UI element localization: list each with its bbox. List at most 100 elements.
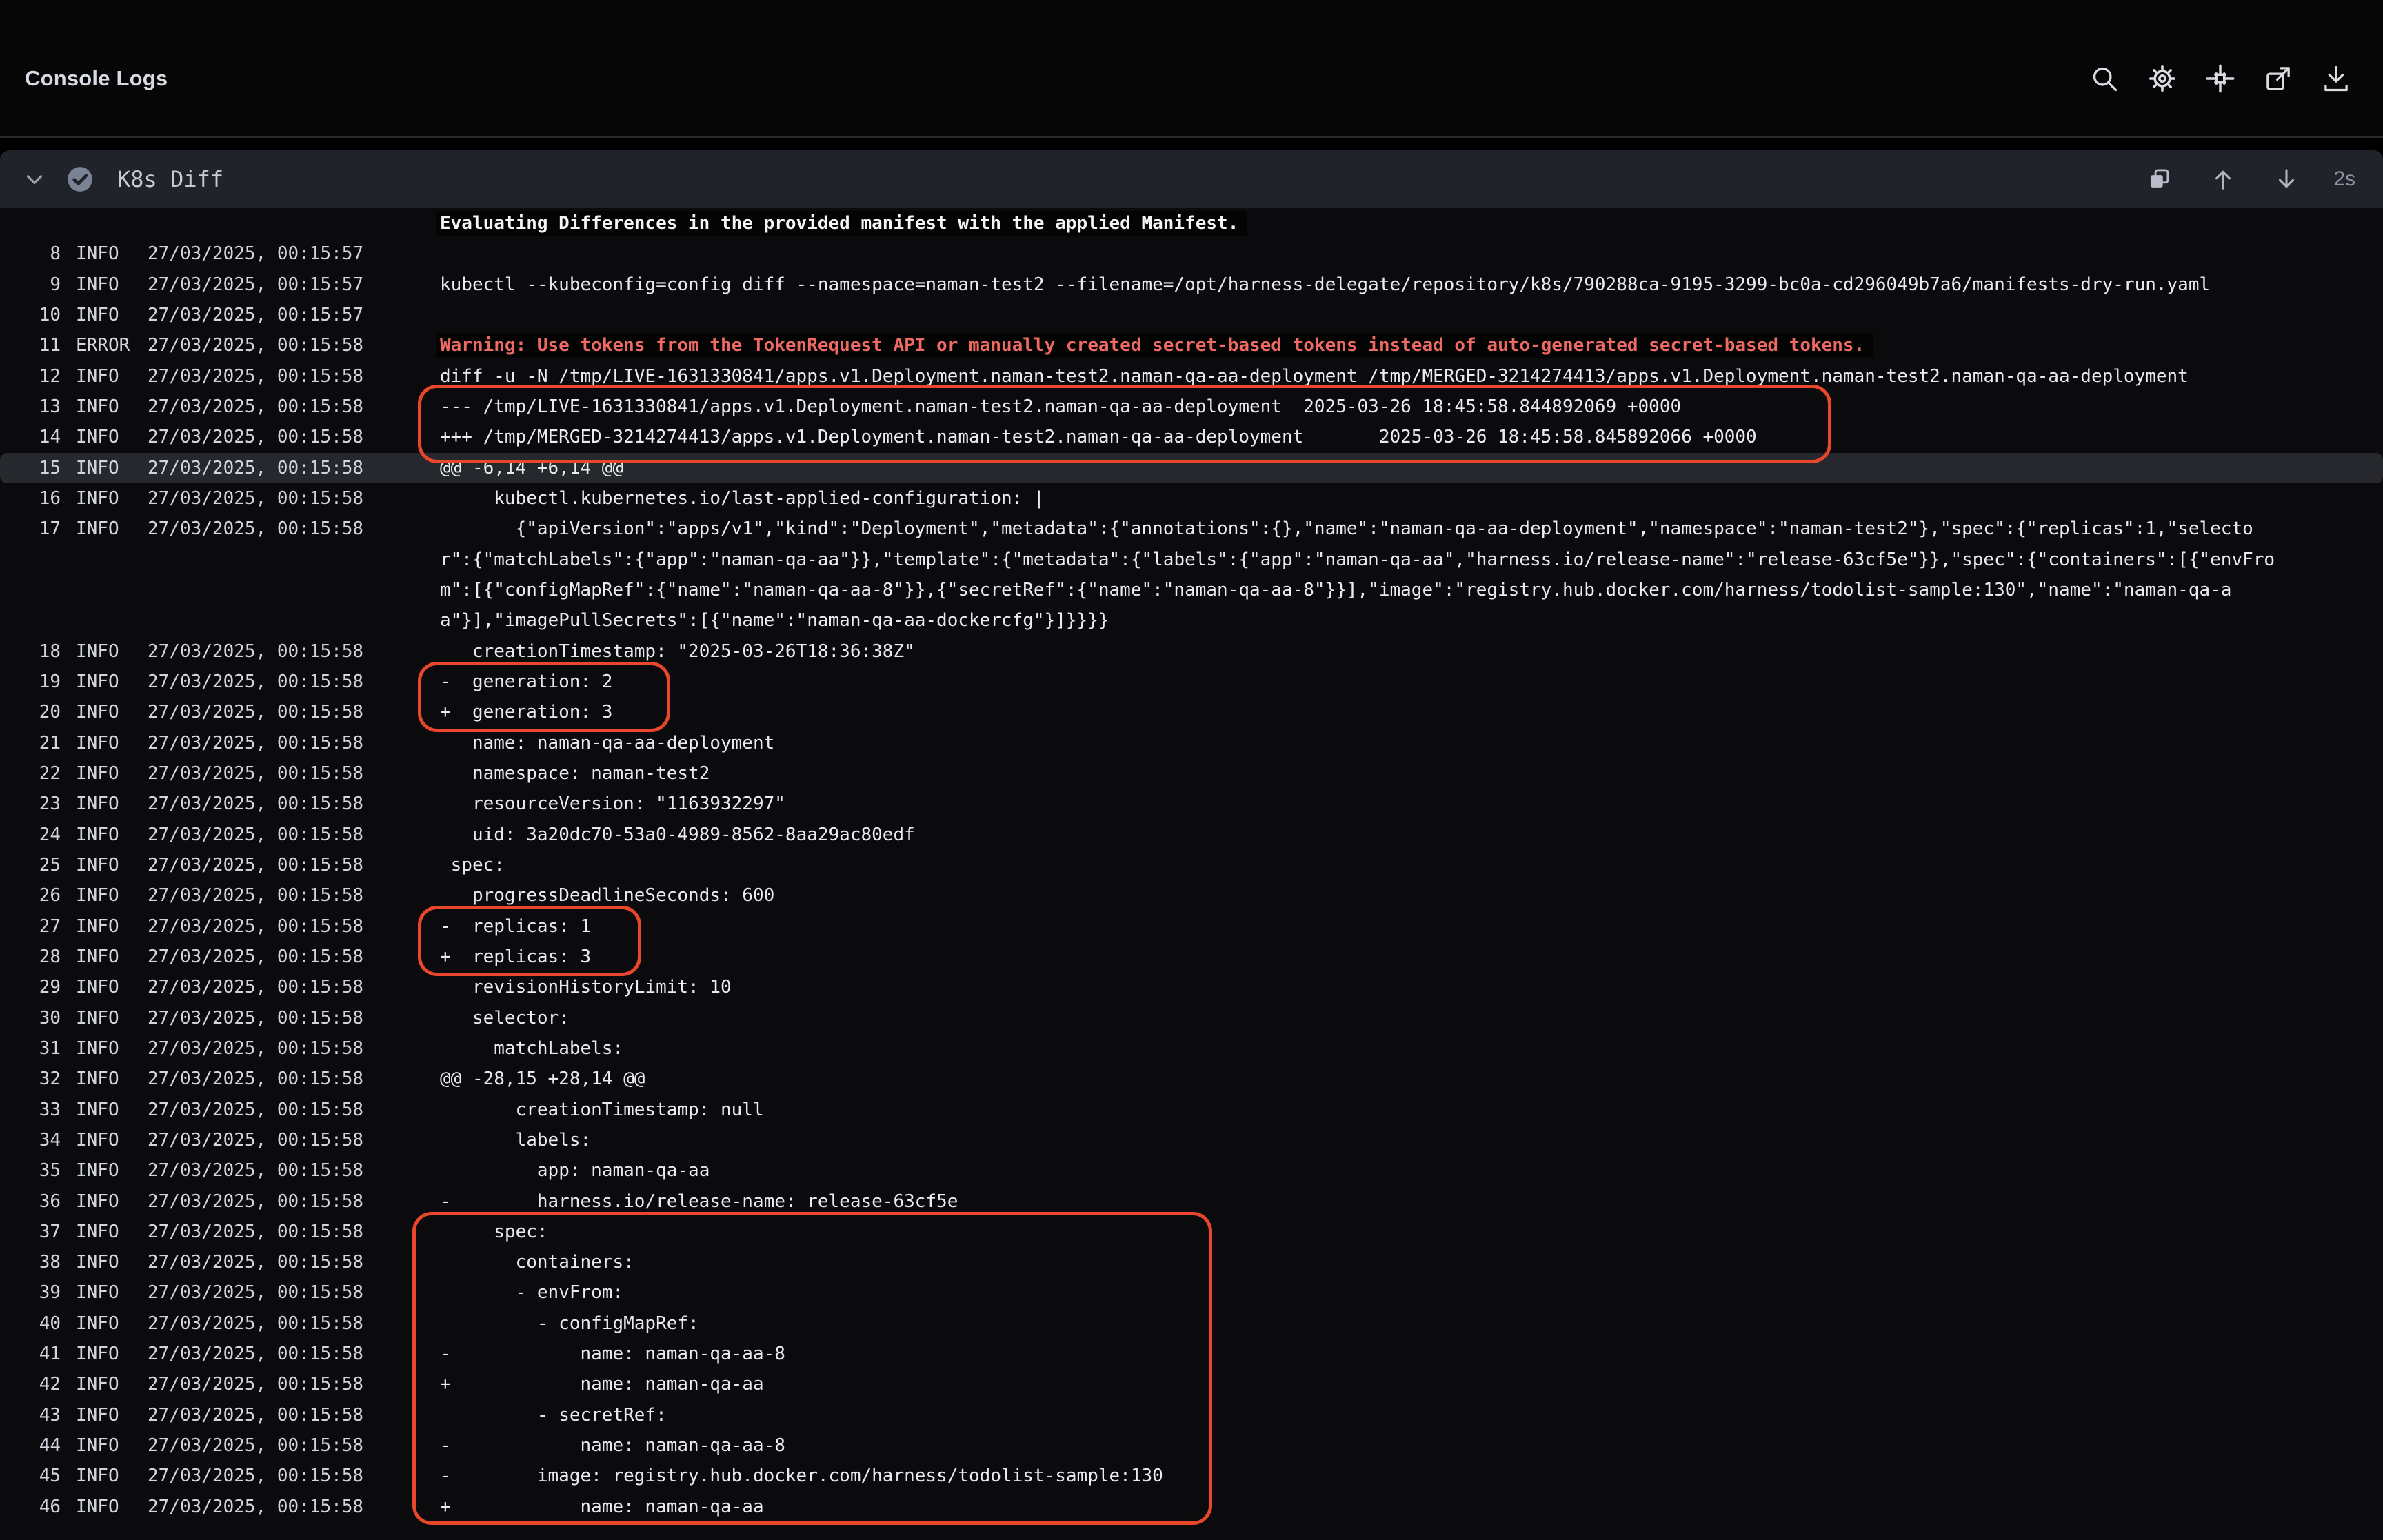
copy-icon[interactable]: [2143, 163, 2176, 196]
log-line-number: [0, 208, 61, 239]
settings-gear-icon[interactable]: [2146, 62, 2179, 95]
log-row: 45 INFO 27/03/2025, 00:15:58 - image: re…: [0, 1461, 2383, 1491]
log-timestamp: 27/03/2025, 00:15:58: [148, 972, 367, 1002]
log-row: 8 INFO 27/03/2025, 00:15:57: [0, 239, 2383, 269]
log-message: - harness.io/release-name: release-63cf5…: [440, 1186, 2275, 1217]
log-row: 25 INFO 27/03/2025, 00:15:58 spec:: [0, 850, 2383, 880]
log-line-number: 17: [0, 514, 61, 636]
log-row: 15 INFO 27/03/2025, 00:15:58 @@ -6,14 +6…: [0, 453, 2383, 483]
log-line-number: 44: [0, 1430, 61, 1461]
log-message: selector:: [440, 1003, 2275, 1033]
log-timestamp: 27/03/2025, 00:15:58: [148, 728, 367, 758]
log-row: 17 INFO 27/03/2025, 00:15:58 {"apiVersio…: [0, 514, 2383, 636]
log-row: 34 INFO 27/03/2025, 00:15:58 labels:: [0, 1125, 2383, 1155]
log-timestamp: 27/03/2025, 00:15:58: [148, 361, 367, 392]
log-level: INFO: [76, 942, 145, 972]
log-timestamp: 27/03/2025, 00:15:58: [148, 1339, 367, 1369]
log-level: INFO: [76, 483, 145, 514]
log-line-number: 23: [0, 789, 61, 819]
log-line-number: 11: [0, 330, 61, 361]
scroll-down-icon[interactable]: [2270, 163, 2303, 196]
log-message: - envFrom:: [440, 1277, 2275, 1308]
log-message: + name: naman-qa-aa: [440, 1492, 2275, 1522]
log-row: 10 INFO 27/03/2025, 00:15:57: [0, 300, 2383, 330]
log-row: 12 INFO 27/03/2025, 00:15:58 diff -u -N …: [0, 361, 2383, 392]
log-row: 35 INFO 27/03/2025, 00:15:58 app: naman-…: [0, 1155, 2383, 1186]
log-message: @@ -6,14 +6,14 @@: [440, 453, 2275, 483]
log-row: 13 INFO 27/03/2025, 00:15:58 --- /tmp/LI…: [0, 392, 2383, 422]
log-message: spec:: [440, 1217, 2275, 1247]
log-message: - generation: 2: [440, 667, 2275, 697]
log-message: - image: registry.hub.docker.com/harness…: [440, 1461, 2275, 1491]
download-logs-icon[interactable]: [2320, 62, 2353, 95]
log-level: INFO: [76, 758, 145, 789]
log-level: INFO: [76, 422, 145, 452]
log-level: INFO: [76, 820, 145, 850]
log-message: app: naman-qa-aa: [440, 1155, 2275, 1186]
log-timestamp: 27/03/2025, 00:15:58: [148, 789, 367, 819]
log-message: labels:: [440, 1125, 2275, 1155]
log-row: 41 INFO 27/03/2025, 00:15:58 - name: nam…: [0, 1339, 2383, 1369]
log-level: INFO: [76, 1033, 145, 1064]
log-timestamp: 27/03/2025, 00:15:58: [148, 1369, 367, 1399]
log-level: INFO: [76, 1277, 145, 1308]
log-level: INFO: [76, 1095, 145, 1125]
log-timestamp: 27/03/2025, 00:15:58: [148, 1247, 367, 1277]
log-message: creationTimestamp: null: [440, 1095, 2275, 1125]
log-row: 36 INFO 27/03/2025, 00:15:58 - harness.i…: [0, 1186, 2383, 1217]
log-row: 28 INFO 27/03/2025, 00:15:58 + replicas:…: [0, 942, 2383, 972]
log-row: 44 INFO 27/03/2025, 00:15:58 - name: nam…: [0, 1430, 2383, 1461]
log-level: INFO: [76, 392, 145, 422]
log-message: - secretRef:: [440, 1400, 2275, 1430]
log-level: INFO: [76, 1461, 145, 1491]
log-line-number: 8: [0, 239, 61, 269]
log-line-number: 12: [0, 361, 61, 392]
log-timestamp: 27/03/2025, 00:15:58: [148, 697, 367, 727]
log-message: creationTimestamp: "2025-03-26T18:36:38Z…: [440, 636, 2275, 667]
log-message: Evaluating Differences in the provided m…: [440, 208, 2275, 239]
log-message: @@ -28,15 +28,14 @@: [440, 1064, 2275, 1094]
step-header-k8s-diff[interactable]: K8s Diff 2s: [0, 150, 2383, 208]
log-line-number: 29: [0, 972, 61, 1002]
search-icon[interactable]: [2088, 62, 2121, 95]
collapse-panels-icon[interactable]: [2204, 62, 2237, 95]
scroll-up-icon[interactable]: [2206, 163, 2240, 196]
log-row: 23 INFO 27/03/2025, 00:15:58 resourceVer…: [0, 789, 2383, 819]
log-row: 27 INFO 27/03/2025, 00:15:58 - replicas:…: [0, 911, 2383, 942]
log-level: INFO: [76, 728, 145, 758]
log-level: INFO: [76, 300, 145, 330]
log-timestamp: 27/03/2025, 00:15:58: [148, 1125, 367, 1155]
log-message: - name: naman-qa-aa-8: [440, 1430, 2275, 1461]
log-line-number: 32: [0, 1064, 61, 1094]
log-row: 11 ERROR 27/03/2025, 00:15:58 Warning: U…: [0, 330, 2383, 361]
log-row: 20 INFO 27/03/2025, 00:15:58 + generatio…: [0, 697, 2383, 727]
log-row: 26 INFO 27/03/2025, 00:15:58 progressDea…: [0, 880, 2383, 911]
log-timestamp: 27/03/2025, 00:15:58: [148, 758, 367, 789]
log-line-number: 16: [0, 483, 61, 514]
log-timestamp: 27/03/2025, 00:15:58: [148, 636, 367, 667]
log-timestamp: 27/03/2025, 00:15:58: [148, 911, 367, 942]
log-line-number: 46: [0, 1492, 61, 1522]
log-level: INFO: [76, 636, 145, 667]
log-timestamp: 27/03/2025, 00:15:58: [148, 392, 367, 422]
log-area[interactable]: Evaluating Differences in the provided m…: [0, 208, 2383, 1540]
log-timestamp: 27/03/2025, 00:15:57: [148, 270, 367, 300]
log-line-number: 36: [0, 1186, 61, 1217]
open-external-icon[interactable]: [2262, 62, 2295, 95]
log-level: INFO: [76, 1247, 145, 1277]
log-timestamp: 27/03/2025, 00:15:58: [148, 1400, 367, 1430]
log-line-number: 22: [0, 758, 61, 789]
log-row: 24 INFO 27/03/2025, 00:15:58 uid: 3a20dc…: [0, 820, 2383, 850]
log-level: INFO: [76, 361, 145, 392]
log-message: revisionHistoryLimit: 10: [440, 972, 2275, 1002]
log-line-number: 24: [0, 820, 61, 850]
log-line-number: 43: [0, 1400, 61, 1430]
log-timestamp: 27/03/2025, 00:15:58: [148, 667, 367, 697]
log-message: matchLabels:: [440, 1033, 2275, 1064]
log-panel: K8s Diff 2s: [0, 150, 2383, 1540]
log-timestamp: 27/03/2025, 00:15:58: [148, 1095, 367, 1125]
log-level: INFO: [76, 1003, 145, 1033]
log-timestamp: 27/03/2025, 00:15:58: [148, 1308, 367, 1339]
log-message: [440, 300, 2275, 330]
chevron-down-icon[interactable]: [18, 163, 51, 196]
